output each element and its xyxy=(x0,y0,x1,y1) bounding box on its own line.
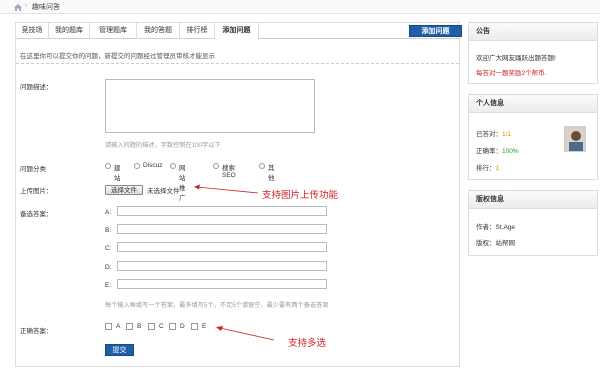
answer-letter-a: A: xyxy=(105,209,112,216)
answer-letter-d: D: xyxy=(105,264,112,271)
copyright-text: 版权：站帮网 xyxy=(476,240,515,247)
intro-text: 在这里你可以提交你的问题，新提交的问题经过管理员审核才能显示 xyxy=(20,53,215,60)
answered-label: 已答对： xyxy=(476,131,502,138)
desc-hint: 请输入问题的描述，字数控制在100字以下 xyxy=(105,142,221,149)
category-radio-5[interactable] xyxy=(259,163,265,169)
notice-title: 公告 xyxy=(469,23,597,41)
correct-label-a: A xyxy=(116,323,121,330)
category-label-4: 搜索SEO xyxy=(222,165,236,179)
rank-value: 1 xyxy=(495,165,500,172)
tab-ranking[interactable]: 排行榜 xyxy=(180,23,215,39)
answers-hint: 每个输入框填写一个答案，最多填写5个，不足5个请留空，最少要有两个备选答案 xyxy=(105,302,329,309)
annotation-arrow-icon xyxy=(194,184,259,194)
correct-label: 正确答案： xyxy=(20,328,53,335)
submit-button[interactable]: 提交 xyxy=(105,344,134,356)
choose-file-button[interactable]: 选择文件 xyxy=(105,185,143,195)
tab-my-bank[interactable]: 我的题库 xyxy=(49,23,90,39)
notice-panel: 公告 欢迎广大网友踊跃出题答题! 每答对一题奖励2个帮币. xyxy=(468,22,598,84)
answer-input-b[interactable] xyxy=(117,224,327,234)
category-label-3: 网站推广 xyxy=(179,165,186,202)
correct-checkbox-b[interactable] xyxy=(126,323,133,330)
correct-label-e: E xyxy=(202,323,207,330)
add-question-button[interactable]: 添加问题 xyxy=(409,25,462,37)
answers-label: 备选答案： xyxy=(20,211,53,218)
answer-letter-e: E: xyxy=(105,282,112,289)
category-radio-2[interactable] xyxy=(134,163,140,169)
category-label-1: 建站 xyxy=(114,165,121,182)
copyright-panel: 版权信息 作者：St.Age 版权：站帮网 xyxy=(468,190,598,256)
main-panel: 竞技场 我的题库 管理题库 我的答题 排行榜 添加问题 添加问题 在这里你可以提… xyxy=(15,22,462,367)
category-radio-4[interactable] xyxy=(213,163,219,169)
correct-checkbox-a[interactable] xyxy=(105,323,112,330)
upload-label: 上传图片： xyxy=(20,188,53,195)
description-textarea[interactable] xyxy=(105,79,315,133)
answer-input-d[interactable] xyxy=(117,261,327,271)
category-label-5: 其他 xyxy=(268,165,275,182)
no-file-text: 未选择文件 xyxy=(147,188,180,195)
correct-label-d: D xyxy=(180,323,185,330)
home-icon[interactable] xyxy=(14,4,22,11)
rank-row: 排行：1 xyxy=(476,162,499,172)
accuracy-row: 正确率：100% xyxy=(476,145,519,155)
accuracy-value: 100% xyxy=(502,148,519,155)
user-avatar-icon xyxy=(565,127,585,151)
author-text: 作者：St.Age xyxy=(476,224,516,231)
avatar[interactable] xyxy=(564,126,586,152)
category-radio-1[interactable] xyxy=(105,163,111,169)
chevron-right-icon: › xyxy=(25,3,27,9)
personal-info-title: 个人信息 xyxy=(469,95,597,113)
correct-checkbox-e[interactable] xyxy=(191,323,198,330)
notice-line-2: 每答对一题奖励2个帮币. xyxy=(476,70,547,77)
answer-input-a[interactable] xyxy=(117,206,327,216)
tab-arena[interactable]: 竞技场 xyxy=(16,23,49,39)
answer-letter-b: B: xyxy=(105,227,112,234)
answer-letter-c: C: xyxy=(105,245,112,252)
copyright-title: 版权信息 xyxy=(469,191,597,209)
answer-input-e[interactable] xyxy=(117,279,327,289)
correct-checkbox-c[interactable] xyxy=(148,323,155,330)
answer-input-c[interactable] xyxy=(117,242,327,252)
annotation-arrow-icon xyxy=(216,326,275,341)
personal-info-panel: 个人信息 已答对：1/1 正确率：100% 排行：1 xyxy=(468,94,598,180)
desc-label: 问题描述： xyxy=(20,84,53,91)
multi-select-annotation: 支持多选 xyxy=(288,338,327,349)
breadcrumb-current[interactable]: 趣味问答 xyxy=(32,2,60,12)
correct-checkbox-d[interactable] xyxy=(169,323,176,330)
tab-my-answers[interactable]: 我的答题 xyxy=(137,23,180,39)
correct-label-c: C xyxy=(159,323,164,330)
upload-annotation: 支持图片上传功能 xyxy=(262,190,339,201)
breadcrumb: › 趣味问答 xyxy=(0,0,600,14)
category-label-2: Discuz xyxy=(143,162,163,169)
accuracy-label: 正确率： xyxy=(476,148,502,155)
divider xyxy=(16,63,459,64)
answered-value: 1/1 xyxy=(502,131,512,138)
tab-manage-bank[interactable]: 管理题库 xyxy=(90,23,137,39)
answered-row: 已答对：1/1 xyxy=(476,128,511,138)
tab-bar: 竞技场 我的题库 管理题库 我的答题 排行榜 添加问题 xyxy=(16,23,459,40)
rank-label: 排行： xyxy=(476,165,496,172)
correct-label-b: B xyxy=(137,323,142,330)
tab-add-question[interactable]: 添加问题 xyxy=(215,23,259,40)
notice-line-1: 欢迎广大网友踊跃出题答题! xyxy=(476,55,556,62)
category-radio-3[interactable] xyxy=(170,163,176,169)
category-label: 问题分类 xyxy=(20,166,46,173)
